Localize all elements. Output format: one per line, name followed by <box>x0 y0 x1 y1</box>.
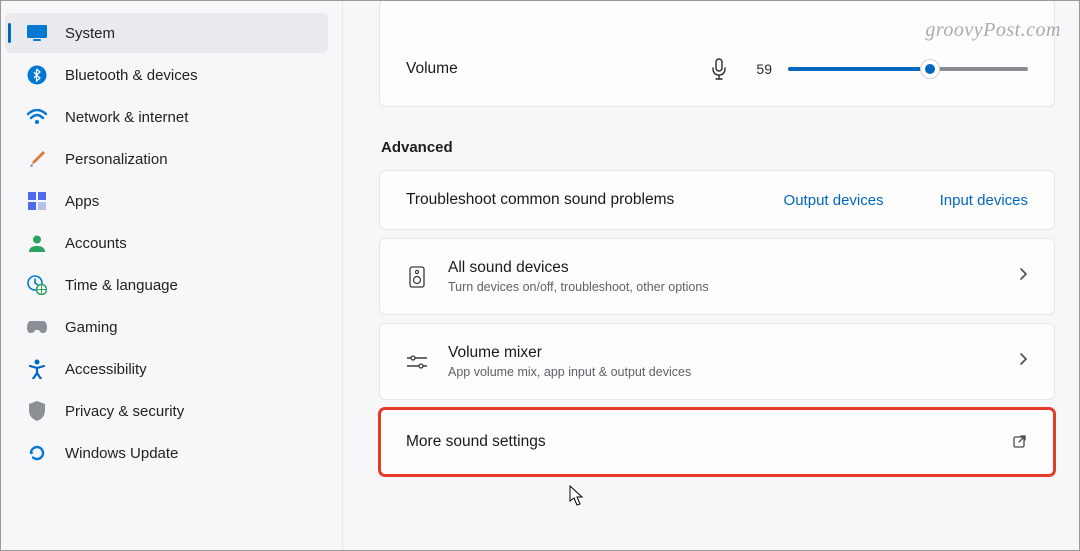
sidebar-item-label: Privacy & security <box>65 403 184 420</box>
chevron-right-icon <box>1019 352 1028 371</box>
sidebar-item-label: Apps <box>65 193 99 210</box>
sidebar-item-privacy[interactable]: Privacy & security <box>5 391 328 431</box>
troubleshoot-card: Troubleshoot common sound problems Outpu… <box>379 170 1055 230</box>
clock-globe-icon <box>27 275 47 295</box>
volume-value: 59 <box>746 61 772 77</box>
volume-slider[interactable] <box>788 59 1028 79</box>
open-external-icon <box>1010 433 1028 451</box>
sidebar-item-label: Bluetooth & devices <box>65 67 198 84</box>
sidebar-item-accounts[interactable]: Accounts <box>5 223 328 263</box>
sidebar-item-label: Accessibility <box>65 361 147 378</box>
sidebar-item-apps[interactable]: Apps <box>5 181 328 221</box>
mixer-icon <box>406 354 428 370</box>
sidebar-item-system[interactable]: System <box>5 13 328 53</box>
all-sound-devices-sub: Turn devices on/off, troubleshoot, other… <box>448 280 999 294</box>
brush-icon <box>27 149 47 169</box>
sidebar-item-label: Time & language <box>65 277 178 294</box>
sidebar-item-label: Accounts <box>65 235 127 252</box>
sidebar-item-network[interactable]: Network & internet <box>5 97 328 137</box>
volume-mixer-sub: App volume mix, app input & output devic… <box>448 365 999 379</box>
more-sound-settings-title: More sound settings <box>406 433 990 451</box>
volume-mixer-row[interactable]: Volume mixer App volume mix, app input &… <box>379 323 1055 400</box>
troubleshoot-title: Troubleshoot common sound problems <box>406 191 728 209</box>
sidebar-item-personalization[interactable]: Personalization <box>5 139 328 179</box>
speaker-device-icon <box>406 266 428 288</box>
accessibility-icon <box>27 359 47 379</box>
update-icon <box>27 443 47 463</box>
gamepad-icon <box>27 317 47 337</box>
all-sound-devices-title: All sound devices <box>448 259 999 277</box>
sidebar-item-windows-update[interactable]: Windows Update <box>5 433 328 473</box>
sidebar-item-label: Network & internet <box>65 109 188 126</box>
settings-main: Volume 59 Advanced Troubleshoot common s… <box>343 1 1079 550</box>
system-icon <box>27 23 47 43</box>
all-sound-devices-row[interactable]: All sound devices Turn devices on/off, t… <box>379 238 1055 315</box>
sidebar-item-label: Windows Update <box>65 445 178 462</box>
volume-label: Volume <box>406 60 526 78</box>
chevron-right-icon <box>1019 267 1028 286</box>
input-devices-link[interactable]: Input devices <box>940 192 1028 209</box>
person-icon <box>27 233 47 253</box>
settings-sidebar: System Bluetooth & devices Network & int… <box>1 1 343 550</box>
bluetooth-icon <box>27 65 47 85</box>
volume-mixer-title: Volume mixer <box>448 344 999 362</box>
volume-card: Volume 59 <box>379 1 1055 107</box>
microphone-icon[interactable] <box>708 58 730 80</box>
sidebar-item-gaming[interactable]: Gaming <box>5 307 328 347</box>
sidebar-item-label: System <box>65 25 115 42</box>
shield-icon <box>27 401 47 421</box>
apps-icon <box>27 191 47 211</box>
sidebar-item-time-language[interactable]: Time & language <box>5 265 328 305</box>
advanced-heading: Advanced <box>381 139 1055 156</box>
sidebar-item-accessibility[interactable]: Accessibility <box>5 349 328 389</box>
sidebar-item-bluetooth[interactable]: Bluetooth & devices <box>5 55 328 95</box>
sidebar-item-label: Personalization <box>65 151 168 168</box>
more-sound-settings-row[interactable]: More sound settings <box>379 408 1055 476</box>
output-devices-link[interactable]: Output devices <box>784 192 884 209</box>
wifi-icon <box>27 107 47 127</box>
sidebar-item-label: Gaming <box>65 319 118 336</box>
